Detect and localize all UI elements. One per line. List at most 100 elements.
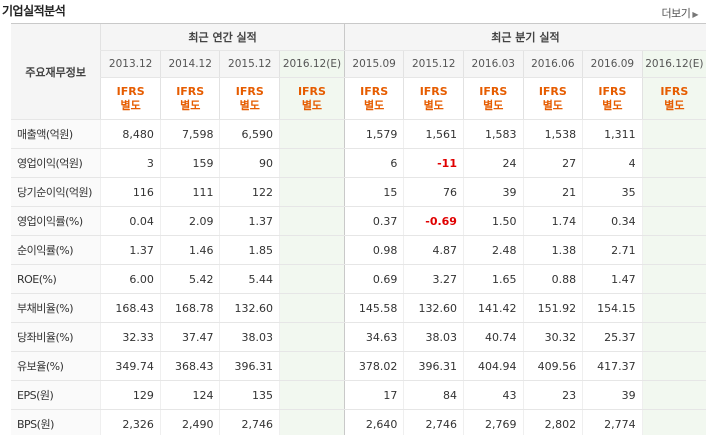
annual-value-cell: 1.85 [219, 235, 280, 265]
annual-value-cell: 1.46 [159, 235, 220, 265]
quarter-value-cell: 25.37 [582, 322, 643, 352]
annual-value-cell: 159 [159, 148, 220, 178]
annual-value-cell: 168.78 [159, 293, 220, 323]
annual-value-cell [279, 351, 345, 381]
quarter-value-cell [641, 380, 706, 410]
annual-value-cell [279, 235, 345, 265]
annual-value-cell: 2,326 [100, 409, 161, 435]
quarter-value-cell: 396.31 [403, 351, 464, 381]
quarter-value-cell: 2,640 [343, 409, 404, 435]
quarter-value-cell: 2,802 [522, 409, 583, 435]
annual-value-cell: 122 [219, 177, 280, 207]
separate-line: 별도 [180, 98, 201, 112]
quarter-value-cell: 2,746 [403, 409, 464, 435]
corner-header: 주요재무정보 [11, 23, 101, 120]
separate-line: 별도 [364, 98, 385, 112]
annual-value-cell: 1.37 [100, 235, 161, 265]
annual-value-cell: 3 [100, 148, 161, 178]
quarter-value-cell: 1,538 [522, 119, 583, 149]
annual-value-cell: 32.33 [100, 322, 161, 352]
annual-value-cell: 6,590 [219, 119, 280, 149]
row-label: 부채비율(%) [11, 293, 101, 323]
quarter-value-cell [641, 351, 706, 381]
ifrs-line: IFRS [297, 84, 326, 98]
ifrs-line: IFRS [419, 84, 448, 98]
annual-value-cell [279, 293, 345, 323]
separate-line: 별도 [483, 98, 504, 112]
ifrs-line: IFRS [360, 84, 389, 98]
quarter-value-cell: 2,769 [462, 409, 524, 435]
table-row: BPS(원) 2,326 2,490 2,746 2,640 2,746 2,769 2,80… [11, 409, 706, 435]
annual-value-cell: 368.43 [159, 351, 220, 381]
quarter-value-cell: 1,561 [403, 119, 464, 149]
quarter-value-cell [641, 206, 706, 236]
quarter-value-cell: 154.15 [582, 293, 643, 323]
ifrs-label: IFRS 별도 [159, 77, 220, 120]
quarter-value-cell: -0.69 [403, 206, 464, 236]
separate-line: 별도 [239, 98, 260, 112]
period-header: 2013.12 [100, 50, 161, 78]
quarter-value-cell: 6 [343, 148, 404, 178]
quarter-value-cell: 0.88 [522, 264, 583, 294]
annual-value-cell: 2,490 [159, 409, 220, 435]
quarter-value-cell: 145.58 [343, 293, 404, 323]
quarter-value-cell: 378.02 [343, 351, 404, 381]
quarter-value-cell: 2.71 [582, 235, 643, 265]
quarter-value-cell: 23 [522, 380, 583, 410]
period-header: 2016.12(E) [279, 50, 345, 78]
period-header: 2015.12 [403, 50, 464, 78]
quarter-value-cell [641, 293, 706, 323]
ifrs-line: IFRS [479, 84, 508, 98]
quarter-value-cell: 40.74 [462, 322, 524, 352]
annual-value-cell [279, 148, 345, 178]
row-label: 영업이익(억원) [11, 148, 101, 178]
quarter-value-cell: 1,583 [462, 119, 524, 149]
financial-summary-table: 주요재무정보 최근 연간 실적 최근 분기 실적 2013.12 2014.12 2… [11, 23, 706, 435]
annual-value-cell [279, 409, 345, 435]
row-label: 매출액(억원) [11, 119, 101, 149]
table-row: EPS(원) 129 124 135 17 84 43 23 39 [11, 380, 706, 410]
table-row: 영업이익(억원) 3 159 90 6 -11 24 27 4 [11, 148, 706, 178]
quarter-value-cell: 132.60 [403, 293, 464, 323]
quarter-value-cell: 151.92 [522, 293, 583, 323]
annual-value-cell [279, 119, 345, 149]
quarter-value-cell: 1.38 [522, 235, 583, 265]
ifrs-label: IFRS 별도 [403, 77, 464, 120]
quarter-value-cell: 3.27 [403, 264, 464, 294]
annual-value-cell: 124 [159, 380, 220, 410]
quarter-value-cell: 1,311 [582, 119, 643, 149]
chevron-right-icon: ▶ [692, 10, 698, 19]
annual-value-cell: 111 [159, 177, 220, 207]
quarter-value-cell: 2,774 [582, 409, 643, 435]
ifrs-line: IFRS [116, 84, 145, 98]
quarter-value-cell: 38.03 [403, 322, 464, 352]
quarter-value-cell: 417.37 [582, 351, 643, 381]
annual-value-cell [279, 177, 345, 207]
quarter-value-cell [641, 119, 706, 149]
ifrs-line: IFRS [660, 84, 689, 98]
table-row: 유보율(%) 349.74 368.43 396.31 378.02 396.31 404.… [11, 351, 706, 381]
annual-value-cell: 7,598 [159, 119, 220, 149]
quarter-group-header: 최근 분기 실적 [343, 23, 706, 51]
separate-line: 별도 [602, 98, 623, 112]
row-label: ROE(%) [11, 264, 101, 294]
annual-value-cell [279, 206, 345, 236]
annual-value-cell: 6.00 [100, 264, 161, 294]
quarter-value-cell: 0.98 [343, 235, 404, 265]
ifrs-line: IFRS [598, 84, 627, 98]
quarter-value-cell: 1.47 [582, 264, 643, 294]
ifrs-label: IFRS 별도 [343, 77, 404, 120]
period-header: 2016.06 [522, 50, 583, 78]
ifrs-label: IFRS 별도 [100, 77, 161, 120]
more-link[interactable]: 더보기 ▶ [661, 5, 698, 21]
period-header: 2016.09 [582, 50, 643, 78]
period-header: 2016.12(E) [641, 50, 706, 78]
annual-value-cell: 5.42 [159, 264, 220, 294]
ifrs-label: IFRS 별도 [219, 77, 280, 120]
more-label: 더보기 [661, 7, 691, 20]
quarter-value-cell: 1,579 [343, 119, 404, 149]
annual-value-cell [279, 322, 345, 352]
row-label: 유보율(%) [11, 351, 101, 381]
quarter-value-cell: 34.63 [343, 322, 404, 352]
quarter-value-cell: 30.32 [522, 322, 583, 352]
